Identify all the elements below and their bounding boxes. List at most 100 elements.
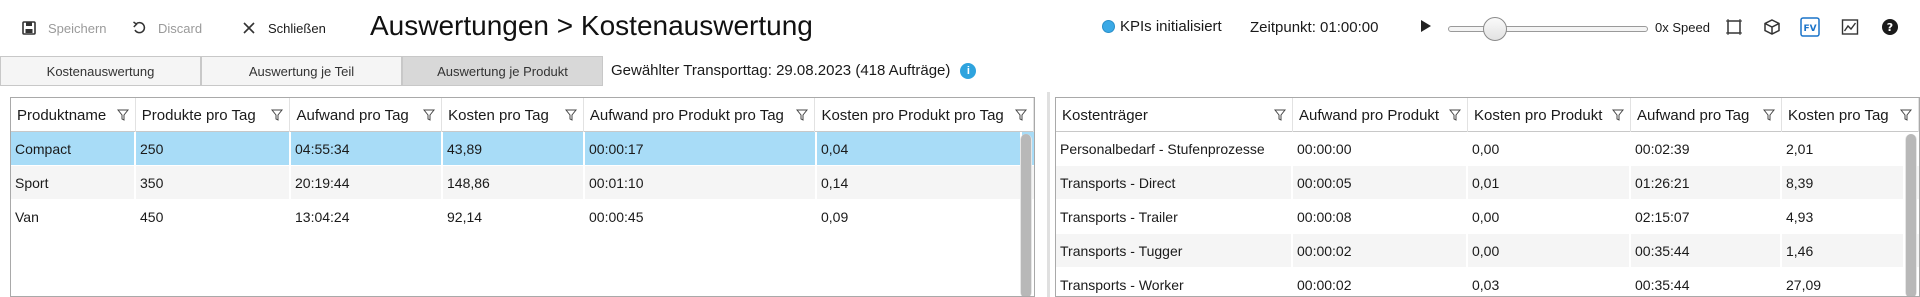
filter-icon[interactable] (116, 109, 129, 121)
filter-icon[interactable] (1763, 109, 1775, 121)
table-cell: 00:00:05 (1293, 165, 1468, 200)
toolbar: Speichern Discard Schließen Auswertungen… (0, 0, 1920, 56)
column-header-label: Aufwand pro Produkt (1299, 106, 1440, 124)
table-cell: 02:15:07 (1631, 199, 1782, 234)
speed-label: 0x Speed (1655, 20, 1710, 35)
table-row[interactable]: Transports - Trailer 00:00:08 0,00 02:15… (1056, 199, 1919, 234)
speed-slider-thumb[interactable] (1483, 17, 1507, 41)
transport-day-info: Gewählter Transporttag: 29.08.2023 (418 … (611, 62, 977, 79)
column-header-label: Kosten pro Produkt (1474, 106, 1603, 124)
column-header-label: Kostenträger (1062, 106, 1148, 124)
vertical-scrollbar[interactable] (1020, 134, 1032, 296)
table-cell: 00:00:45 (585, 199, 817, 234)
kpi-status: KPIs initialisiert (1102, 18, 1222, 35)
pane-splitter[interactable] (1047, 92, 1050, 297)
table-row[interactable]: Van 450 13:04:24 92,14 00:00:45 0,09 (11, 199, 1034, 234)
scrollbar-thumb[interactable] (1906, 134, 1916, 296)
table-cell: 00:02:39 (1631, 131, 1782, 166)
table-cell: 20:19:44 (291, 165, 443, 200)
filter-icon[interactable] (1612, 109, 1624, 121)
column-header[interactable]: Kosten pro Produkt pro Tag (815, 98, 1034, 132)
table-cell: 2,01 (1782, 131, 1905, 166)
play-button[interactable] (1420, 19, 1432, 38)
table-cell: 250 (136, 131, 291, 166)
table-cell: 27,09 (1782, 267, 1905, 296)
frame-icon[interactable] (1724, 17, 1744, 37)
fv-icon[interactable]: FV (1800, 17, 1820, 37)
kpi-status-label: KPIs initialisiert (1120, 18, 1222, 35)
column-header[interactable]: Kosten pro Tag (1782, 98, 1919, 132)
table-row[interactable]: Personalbedarf - Stufenprozesse 00:00:00… (1056, 131, 1919, 166)
tab-kostenauswertung[interactable]: Kostenauswertung (0, 56, 201, 86)
table-row[interactable]: Transports - Worker 00:00:02 0,03 00:35:… (1056, 267, 1919, 296)
play-icon (1421, 20, 1431, 32)
filter-icon[interactable] (564, 109, 577, 121)
table-row[interactable]: Sport 350 20:19:44 148,86 00:01:10 0,14 (11, 165, 1034, 200)
filter-icon[interactable] (271, 109, 284, 121)
column-header[interactable]: Aufwand pro Produkt (1293, 98, 1468, 132)
column-header[interactable]: Kostenträger (1056, 98, 1293, 132)
table-cell: Transports - Worker (1056, 267, 1293, 296)
cube-icon[interactable] (1762, 17, 1782, 37)
vertical-scrollbar[interactable] (1905, 134, 1917, 296)
table-cell: 148,86 (443, 165, 585, 200)
table-cell: 0,00 (1468, 131, 1631, 166)
discard-button[interactable]: Discard (132, 16, 202, 40)
table-cell: 00:00:08 (1293, 199, 1468, 234)
column-header-label: Aufwand pro Produkt pro Tag (589, 106, 784, 124)
column-header[interactable]: Kosten pro Tag (442, 98, 584, 132)
table-row[interactable]: Compact 250 04:55:34 43,89 00:00:17 0,04 (11, 131, 1034, 166)
svg-text:?: ? (1887, 21, 1893, 34)
table-cell: 0,14 (817, 165, 1022, 200)
column-header-label: Aufwand pro Tag (296, 106, 409, 124)
column-header[interactable]: Kosten pro Produkt (1468, 98, 1631, 132)
table-cell: 0,09 (817, 199, 1022, 234)
table-cell: 00:00:17 (585, 131, 817, 166)
filter-icon[interactable] (796, 109, 809, 121)
column-header-label: Produkte pro Tag (141, 106, 256, 124)
chart-icon[interactable] (1840, 17, 1860, 37)
undo-icon (133, 21, 146, 34)
scrollbar-thumb[interactable] (1021, 134, 1031, 296)
column-header[interactable]: Aufwand pro Produkt pro Tag (584, 98, 816, 132)
table-cell: Compact (11, 131, 136, 166)
column-header-label: Aufwand pro Tag (1637, 106, 1750, 124)
filter-icon[interactable] (1900, 109, 1912, 121)
tab-auswertung-je-teil[interactable]: Auswertung je Teil (201, 56, 402, 86)
save-icon (22, 21, 36, 35)
column-header-label: Kosten pro Tag (1788, 106, 1889, 124)
table-cell: 00:35:44 (1631, 233, 1782, 268)
save-button[interactable]: Speichern (22, 16, 107, 40)
product-table: Produktname Produkte pro Tag Aufwand pro… (10, 97, 1035, 297)
filter-icon[interactable] (1449, 109, 1461, 121)
table-cell: Transports - Direct (1056, 165, 1293, 200)
table-cell: 00:00:02 (1293, 233, 1468, 268)
column-header-label: Kosten pro Tag (448, 106, 549, 124)
table-cell: 350 (136, 165, 291, 200)
column-header[interactable]: Produktname (11, 98, 136, 132)
speed-slider[interactable] (1448, 17, 1648, 41)
table-cell: Personalbedarf - Stufenprozesse (1056, 131, 1293, 166)
time-readout: Zeitpunkt: 01:00:00 (1250, 19, 1379, 36)
tab-auswertung-je-produkt[interactable]: Auswertung je Produkt (402, 56, 603, 86)
close-button[interactable]: Schließen (242, 16, 326, 40)
column-header[interactable]: Aufwand pro Tag (1631, 98, 1782, 132)
table-cell: Sport (11, 165, 136, 200)
table-cell: 0,01 (1468, 165, 1631, 200)
table-cell: 0,00 (1468, 233, 1631, 268)
close-icon (243, 22, 255, 34)
help-icon[interactable]: ? (1880, 17, 1900, 37)
column-header[interactable]: Produkte pro Tag (136, 98, 291, 132)
info-icon[interactable]: i (960, 62, 977, 79)
table-cell: 43,89 (443, 131, 585, 166)
filter-icon[interactable] (1015, 109, 1027, 121)
table-cell: 00:01:10 (585, 165, 817, 200)
table-cell: 13:04:24 (291, 199, 443, 234)
filter-icon[interactable] (1274, 109, 1286, 121)
filter-icon[interactable] (423, 109, 436, 121)
table-cell: 0,04 (817, 131, 1022, 166)
table-row[interactable]: Transports - Direct 00:00:05 0,01 01:26:… (1056, 165, 1919, 200)
table-row[interactable]: Transports - Tugger 00:00:02 0,00 00:35:… (1056, 233, 1919, 268)
cost-bearer-table: Kostenträger Aufwand pro Produkt Kosten … (1055, 97, 1920, 297)
column-header[interactable]: Aufwand pro Tag (290, 98, 443, 132)
